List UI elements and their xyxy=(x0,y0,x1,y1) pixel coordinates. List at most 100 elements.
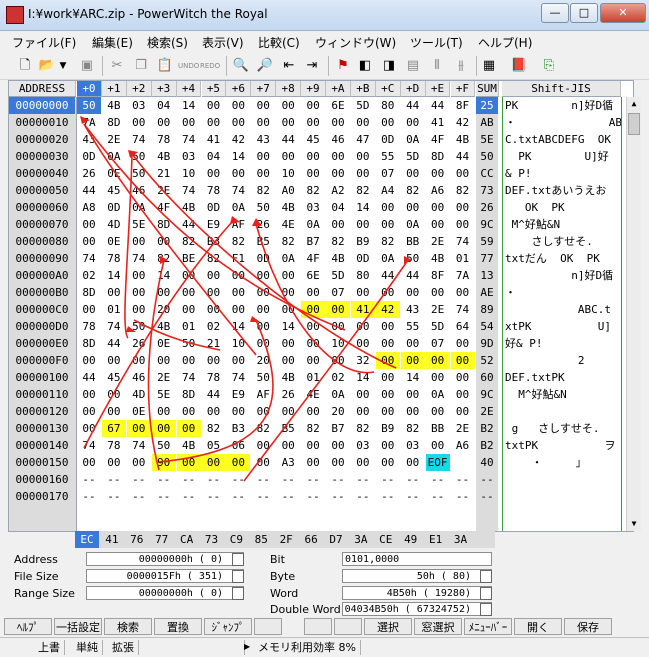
hex-byte[interactable]: 00 xyxy=(77,386,101,403)
hex-byte[interactable]: 0D xyxy=(351,250,375,267)
hex-byte[interactable]: 00 xyxy=(301,403,325,420)
hex-byte[interactable]: 00 xyxy=(276,301,300,318)
hex-byte[interactable]: 00 xyxy=(152,114,176,131)
compare-icon[interactable]: ⫴ xyxy=(428,57,446,75)
hex-byte[interactable]: 4E xyxy=(276,216,300,233)
hex-byte[interactable]: 82 xyxy=(301,182,325,199)
hex-byte[interactable]: 00 xyxy=(251,165,275,182)
hex-byte[interactable]: 80 xyxy=(376,97,400,114)
hex-byte[interactable]: 20 xyxy=(326,403,350,420)
row-address[interactable]: 00000050 xyxy=(9,182,75,199)
hex-byte[interactable]: 50 xyxy=(127,148,151,165)
hex-byte[interactable]: 10 xyxy=(177,165,201,182)
hex-byte[interactable]: 82 xyxy=(301,420,325,437)
hex-byte[interactable]: 44 xyxy=(401,267,425,284)
hex-byte[interactable]: -- xyxy=(426,488,450,505)
hex-byte[interactable]: 00 xyxy=(351,284,375,301)
hex-byte[interactable]: 74 xyxy=(177,131,201,148)
hex-byte[interactable]: 8D xyxy=(77,284,101,301)
hex-byte[interactable]: 5D xyxy=(351,97,375,114)
hex-byte[interactable]: 00 xyxy=(127,114,151,131)
hex-byte[interactable]: 00 xyxy=(127,233,151,250)
hex-byte[interactable]: 00 xyxy=(251,403,275,420)
hex-byte[interactable]: 00 xyxy=(152,403,176,420)
hex-byte[interactable]: 82 xyxy=(251,182,275,199)
hex-byte[interactable]: 45 xyxy=(102,369,126,386)
hex-byte[interactable]: 07 xyxy=(426,335,450,352)
hex-byte[interactable]: 00 xyxy=(400,352,425,369)
hex-byte[interactable]: -- xyxy=(451,471,475,488)
hex-byte[interactable]: 4B xyxy=(426,250,450,267)
hex-byte[interactable]: 00 xyxy=(376,386,400,403)
hex-byte[interactable]: 74 xyxy=(226,182,250,199)
hex-byte[interactable]: 5E xyxy=(152,386,176,403)
hex-byte[interactable]: 43 xyxy=(401,301,425,318)
hex-byte[interactable]: 00 xyxy=(226,454,251,471)
hex-byte[interactable]: 00 xyxy=(77,216,101,233)
hex-byte[interactable]: 74 xyxy=(451,233,475,250)
hex-byte[interactable]: 00 xyxy=(401,199,425,216)
hex-byte[interactable]: -- xyxy=(127,488,151,505)
hex-byte[interactable]: 00 xyxy=(77,233,101,250)
hex-byte[interactable]: 0E xyxy=(102,165,126,182)
hex-editor-grid[interactable]: ADDRESS +0 +1 +2 +3 +4 +5 +6 +7 +8 +9 +A +B +C +D +E +F… xyxy=(8,80,641,532)
hex-byte[interactable]: 0A xyxy=(401,216,425,233)
hex-byte[interactable]: -- xyxy=(326,471,350,488)
hex-byte[interactable]: 00 xyxy=(451,216,475,233)
hex-byte[interactable]: 0A xyxy=(276,250,300,267)
hex-byte[interactable]: 00 xyxy=(351,335,375,352)
hex-byte[interactable]: -- xyxy=(451,488,475,505)
hex-byte[interactable]: 50 xyxy=(251,199,275,216)
sjis-text[interactable]: 2 xyxy=(505,352,621,369)
hex-byte[interactable]: 2E xyxy=(102,131,126,148)
hex-byte[interactable]: 7A xyxy=(451,267,475,284)
hex-byte[interactable]: 00 xyxy=(126,420,151,437)
hex-byte[interactable]: 78 xyxy=(102,437,126,454)
hex-byte[interactable]: 00 xyxy=(326,454,350,471)
hex-byte[interactable]: 74 xyxy=(127,437,151,454)
hex-byte[interactable]: -- xyxy=(401,488,425,505)
hex-byte[interactable]: 00 xyxy=(301,335,325,352)
sjis-text[interactable]: PK n]好D循 xyxy=(505,97,621,114)
row-address[interactable]: 000000E0 xyxy=(9,335,75,352)
hex-byte[interactable]: 8D xyxy=(77,335,101,352)
row-address[interactable]: 00000120 xyxy=(9,403,75,420)
hex-byte[interactable]: 8D xyxy=(102,114,126,131)
menu-tools[interactable]: ツール(T) xyxy=(410,34,463,51)
hex-byte[interactable]: 44 xyxy=(177,216,201,233)
hex-byte[interactable]: 03 xyxy=(301,199,325,216)
hex-byte[interactable]: 67 xyxy=(101,420,126,437)
hex-byte[interactable]: 00 xyxy=(426,199,450,216)
hex-byte[interactable]: 04 xyxy=(202,148,226,165)
hex-byte[interactable]: 00 xyxy=(201,454,226,471)
hex-byte[interactable]: 00 xyxy=(326,148,350,165)
sjis-text[interactable]: ・ xyxy=(505,284,621,301)
hex-byte[interactable]: 41 xyxy=(202,131,226,148)
hex-byte[interactable]: 00 xyxy=(127,352,151,369)
scroll-thumb[interactable] xyxy=(628,113,640,135)
hex-byte[interactable]: 00 xyxy=(401,284,425,301)
hex-byte[interactable]: 01 xyxy=(177,318,201,335)
row-address[interactable]: 00000080 xyxy=(9,233,75,250)
hex-byte[interactable]: 00 xyxy=(177,301,201,318)
hex-byte[interactable]: 82 xyxy=(401,182,425,199)
hex-byte[interactable]: 2E xyxy=(152,369,176,386)
hex-byte[interactable]: 14 xyxy=(226,318,250,335)
hex-byte[interactable]: 00 xyxy=(301,165,325,182)
hex-byte[interactable]: 82 xyxy=(226,233,250,250)
hex-byte[interactable]: 5D xyxy=(326,267,350,284)
find-icon[interactable]: 🔍 xyxy=(232,57,250,75)
hex-byte[interactable]: 00 xyxy=(177,403,201,420)
sjis-text[interactable]: C.txtABCDEFG OK xyxy=(505,131,621,148)
hex-byte[interactable]: 00 xyxy=(276,335,300,352)
hex-byte[interactable]: 45 xyxy=(102,182,126,199)
bookmark-add-icon[interactable]: ⚑ xyxy=(334,57,352,75)
hex-byte[interactable]: -- xyxy=(152,488,176,505)
hex-byte[interactable]: 74 xyxy=(102,318,126,335)
hex-byte[interactable]: 00 xyxy=(376,437,400,454)
hex-byte[interactable]: 00 xyxy=(177,267,201,284)
find-next-icon[interactable]: ⇥ xyxy=(303,57,321,75)
eof-marker[interactable]: EOF xyxy=(425,454,450,471)
hex-byte[interactable]: -- xyxy=(276,471,300,488)
vertical-scrollbar[interactable]: ▲ ▼ xyxy=(626,97,641,531)
